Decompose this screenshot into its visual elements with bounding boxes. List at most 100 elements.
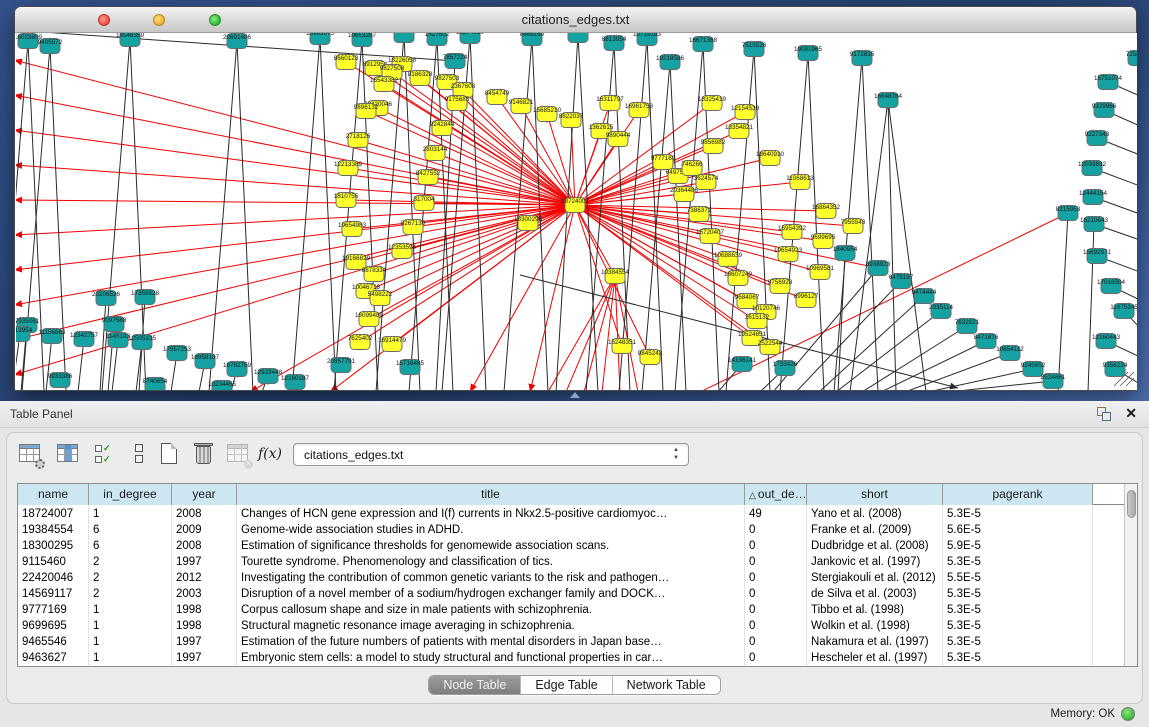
graph-node[interactable]: 12923448: [254, 369, 283, 384]
graph-node[interactable]: 20857791: [327, 358, 356, 373]
graph-node[interactable]: 16782759: [223, 362, 252, 377]
column-header-short[interactable]: short: [807, 484, 943, 505]
table-row[interactable]: 977716911998Corpus callosum shape and si…: [18, 602, 1124, 618]
graph-node[interactable]: 8813054: [602, 36, 627, 51]
table-settings-icon[interactable]: [17, 441, 43, 467]
table-row[interactable]: 1938455462009Genome-wide association stu…: [18, 522, 1124, 538]
graph-node[interactable]: 8996127: [794, 293, 819, 308]
graph-node[interactable]: 12505135: [128, 335, 157, 350]
graph-node[interactable]: 11156863: [38, 329, 66, 344]
graph-node[interactable]: 2718126: [346, 133, 371, 148]
graph-node[interactable]: 15274069: [456, 33, 485, 44]
graph-node[interactable]: 19218586: [656, 55, 685, 70]
graph-node[interactable]: 9890444: [606, 132, 631, 147]
graph-node[interactable]: 1145193: [106, 333, 131, 348]
graph-node[interactable]: 9856982: [701, 139, 726, 154]
delete-trash-icon[interactable]: [191, 441, 217, 467]
close-icon[interactable]: ✕: [1125, 405, 1137, 422]
table-column-icon[interactable]: [55, 441, 81, 467]
graph-node[interactable]: 8454749: [485, 90, 510, 105]
graph-node[interactable]: 18607249: [724, 271, 753, 286]
graph-node[interactable]: 16543382: [370, 77, 399, 92]
combobox-stepper-icon[interactable]: ▲▼: [671, 446, 681, 464]
memory-ok-indicator[interactable]: [1121, 707, 1135, 721]
graph-node[interactable]: 11068613: [786, 175, 814, 190]
graph-node[interactable]: 17359928: [131, 290, 160, 305]
graph-node[interactable]: 1527602: [425, 33, 450, 46]
graph-node[interactable]: 3913954: [16, 327, 33, 342]
graph-node[interactable]: 317004: [413, 196, 435, 211]
graph-node[interactable]: 10234455: [208, 381, 237, 391]
graph-node[interactable]: 20206536: [92, 291, 121, 306]
graph-node[interactable]: 15720407: [696, 229, 725, 244]
graph-node[interactable]: 17957253: [163, 346, 192, 361]
graph-node[interactable]: 10719193: [633, 33, 662, 46]
graph-node[interactable]: 18640910: [756, 151, 785, 166]
table-row[interactable]: 1872400712008Changes of HCN gene express…: [18, 506, 1124, 522]
vertical-scrollbar[interactable]: [1124, 484, 1137, 666]
graph-node[interactable]: 7625402: [348, 335, 373, 350]
graph-node[interactable]: 7632621: [955, 319, 980, 334]
graph-node[interactable]: 19546359: [116, 33, 145, 47]
graph-node[interactable]: 8524861: [1041, 374, 1066, 389]
graph-node[interactable]: 14196141: [728, 357, 757, 372]
graph-node[interactable]: 10653287: [348, 33, 377, 47]
graph-node[interactable]: 12154539: [731, 105, 760, 120]
graph-node[interactable]: 13354821: [725, 124, 754, 139]
graph-node[interactable]: 9933386: [48, 373, 73, 388]
tab-network-table[interactable]: Network Table: [613, 676, 720, 694]
graph-node[interactable]: 12342757: [70, 332, 99, 347]
graph-node[interactable]: 10654112: [996, 346, 1024, 361]
graph-node[interactable]: 5498222: [368, 291, 393, 306]
graph-node[interactable]: 1615132: [745, 314, 770, 329]
graph-node[interactable]: 16983075: [306, 33, 335, 45]
table-row[interactable]: 946362711997Embryonic stem cells: a mode…: [18, 650, 1124, 666]
graph-node[interactable]: 9474444: [912, 289, 937, 304]
graph-node[interactable]: 8878334: [362, 267, 387, 282]
graph-node[interactable]: 19654923: [774, 247, 803, 262]
graph-node[interactable]: 9329966: [1092, 103, 1117, 118]
graph-node[interactable]: 9756928: [768, 279, 793, 294]
graph-node[interactable]: 746266: [681, 161, 703, 176]
graph-node[interactable]: 9097588: [102, 317, 127, 332]
graph-node[interactable]: 7955543: [841, 219, 866, 234]
graph-node[interactable]: 16210643: [1080, 217, 1109, 232]
graph-node[interactable]: 9175685: [445, 96, 470, 111]
graph-node[interactable]: 12444154: [1079, 190, 1108, 205]
table-row[interactable]: 911546021997Tourette syndrome. Phenomeno…: [18, 554, 1124, 570]
network-window-titlebar[interactable]: citations_edges.txt: [15, 7, 1136, 33]
table-row[interactable]: 1830029562008Estimation of significance …: [18, 538, 1124, 554]
graph-node[interactable]: 7258465: [1126, 51, 1137, 66]
graph-node[interactable]: 16958107: [191, 354, 220, 369]
graph-node[interactable]: 15954392: [778, 225, 807, 240]
graph-node[interactable]: 1810755: [334, 193, 359, 208]
graph-node[interactable]: 9405572: [38, 39, 63, 54]
tab-edge-table[interactable]: Edge Table: [521, 676, 612, 694]
graph-node[interactable]: 19654983: [338, 222, 367, 237]
graph-node[interactable]: 18325419: [698, 96, 727, 111]
graph-node[interactable]: 11675345: [1110, 304, 1137, 319]
graph-node[interactable]: 7857224: [443, 54, 468, 69]
function-icon[interactable]: f(x): [257, 441, 283, 467]
graph-node[interactable]: 9845243: [638, 350, 663, 365]
graph-node[interactable]: 9896132: [354, 104, 379, 119]
graph-node[interactable]: 8427552: [416, 170, 441, 185]
graph-node[interactable]: 16671368: [689, 37, 718, 52]
graph-node[interactable]: 16099489: [355, 312, 384, 327]
graph-node[interactable]: 15685210: [533, 107, 562, 122]
graph-node[interactable]: 16648784: [874, 93, 903, 108]
graph-node[interactable]: 9146821: [509, 99, 534, 114]
graph-node[interactable]: 10969581: [806, 265, 835, 280]
node-attribute-table[interactable]: namein_degreeyeartitle△out_de…shortpager…: [17, 483, 1138, 667]
graph-node[interactable]: 9172835: [850, 51, 875, 66]
graph-node[interactable]: 8822037: [559, 113, 584, 128]
rows-icon[interactable]: [127, 441, 153, 467]
graph-node[interactable]: 8186328: [408, 71, 433, 86]
graph-node[interactable]: 8215953: [1056, 206, 1081, 221]
table-row[interactable]: 2242004622012Investigating the contribut…: [18, 570, 1124, 586]
column-header-title[interactable]: title: [237, 484, 745, 505]
graph-node[interactable]: 15751074: [1094, 75, 1123, 90]
graph-node[interactable]: 8471876: [974, 334, 999, 349]
graph-node[interactable]: 8660123: [334, 55, 359, 70]
float-window-icon[interactable]: [1097, 407, 1111, 421]
